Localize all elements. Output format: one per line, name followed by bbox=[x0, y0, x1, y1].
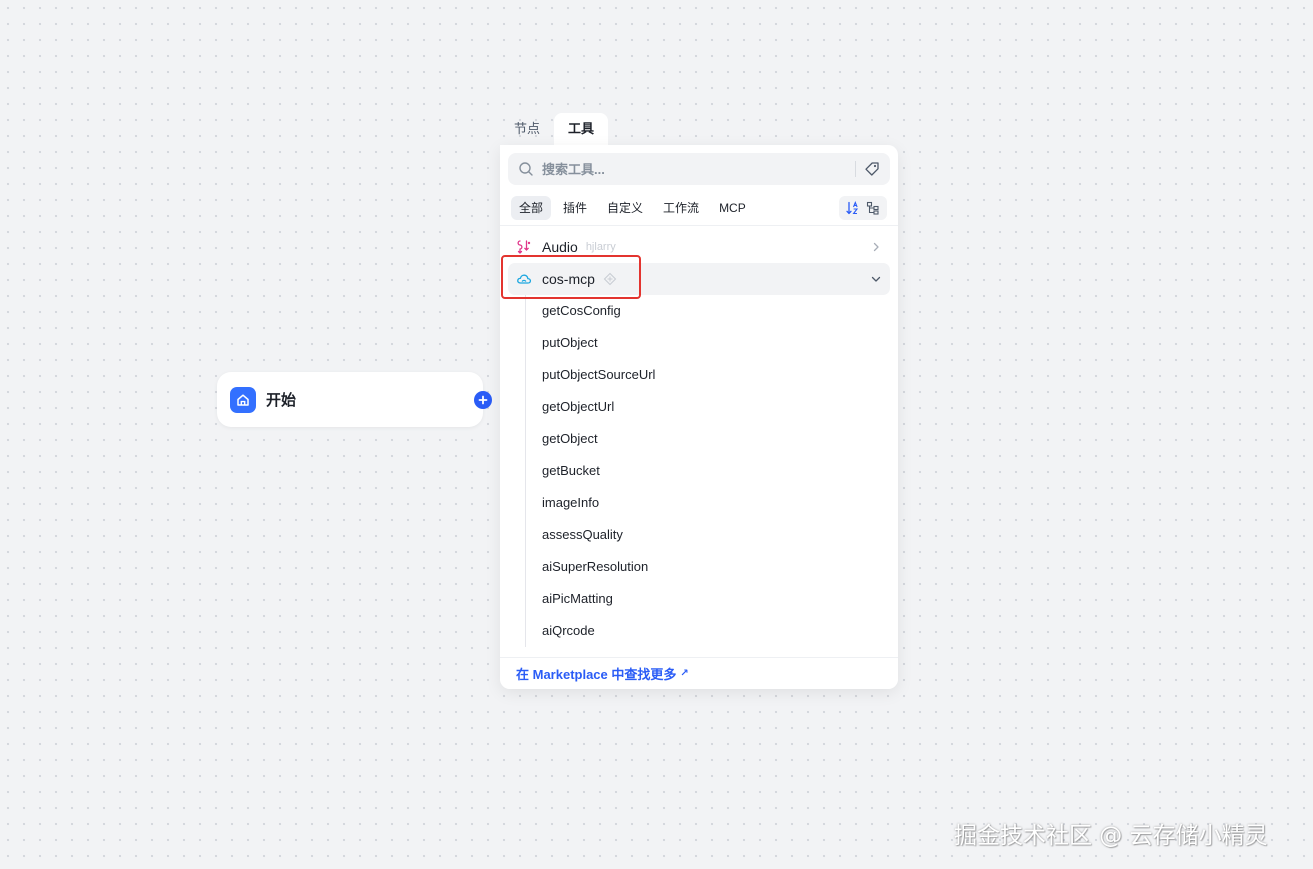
group-author: hjlarry bbox=[585, 241, 616, 253]
search-icon bbox=[518, 161, 534, 177]
filter-workflow[interactable]: 工作流 bbox=[655, 196, 707, 220]
tool-picker-panel: 全部 插件 自定义 工作流 MCP bbox=[500, 145, 898, 689]
tool-item[interactable]: aiQrcode bbox=[526, 615, 898, 647]
tool-item[interactable]: aiSuperResolution bbox=[526, 551, 898, 583]
sort-icon[interactable] bbox=[843, 198, 863, 218]
tree-view-icon[interactable] bbox=[863, 198, 883, 218]
tool-list: Audio hjlarry cos-mcp getCosConfig putOb… bbox=[500, 231, 898, 658]
tool-item[interactable]: getCosConfig bbox=[526, 295, 898, 327]
filter-all[interactable]: 全部 bbox=[511, 196, 552, 220]
start-node-label: 开始 bbox=[266, 392, 297, 409]
home-icon bbox=[230, 386, 256, 413]
panel-footer: 在 Marketplace 中查找更多 ↗ bbox=[500, 657, 898, 689]
filter-plugins[interactable]: 插件 bbox=[555, 196, 595, 220]
view-options bbox=[839, 196, 887, 220]
category-filters: 全部 插件 自定义 工作流 MCP bbox=[511, 196, 758, 220]
group-audio[interactable]: Audio hjlarry bbox=[508, 231, 890, 263]
mcp-badge-icon bbox=[603, 272, 617, 286]
tag-filter-icon[interactable] bbox=[864, 161, 880, 177]
tab-nodes[interactable]: 节点 bbox=[500, 113, 554, 145]
tool-item[interactable]: imageInfo bbox=[526, 487, 898, 519]
add-node-button[interactable] bbox=[474, 391, 492, 409]
tool-item[interactable]: getBucket bbox=[526, 455, 898, 487]
tool-item[interactable]: getObjectUrl bbox=[526, 391, 898, 423]
group-cos-mcp[interactable]: cos-mcp bbox=[508, 263, 890, 295]
marketplace-link[interactable]: 在 Marketplace 中查找更多 ↗ bbox=[516, 664, 689, 683]
external-link-icon: ↗ bbox=[680, 668, 689, 679]
cos-mcp-tools: getCosConfig putObject putObjectSourceUr… bbox=[525, 295, 898, 647]
tab-tools[interactable]: 工具 bbox=[554, 113, 609, 145]
audio-icon bbox=[516, 239, 532, 255]
tool-item[interactable]: assessQuality bbox=[526, 519, 898, 551]
start-node[interactable]: 开始 bbox=[217, 372, 483, 427]
chevron-right-icon bbox=[868, 239, 884, 255]
marketplace-link-label: 在 Marketplace 中查找更多 bbox=[516, 667, 677, 682]
group-name: cos-mcp bbox=[542, 271, 595, 287]
search-divider bbox=[855, 161, 856, 177]
cloud-icon bbox=[516, 271, 532, 287]
search-bar bbox=[508, 153, 890, 185]
filter-mcp[interactable]: MCP bbox=[711, 196, 754, 220]
tool-item[interactable]: putObjectSourceUrl bbox=[526, 359, 898, 391]
divider bbox=[500, 225, 898, 226]
group-name: Audio bbox=[542, 239, 578, 255]
tool-item[interactable]: getObject bbox=[526, 423, 898, 455]
panel-tabs: 节点 工具 bbox=[500, 113, 609, 145]
tool-item[interactable]: aiPicMatting bbox=[526, 583, 898, 615]
search-input[interactable] bbox=[540, 160, 855, 178]
chevron-down-icon bbox=[868, 271, 884, 287]
watermark: 掘金技术社区 @ 云存储小精灵 bbox=[954, 823, 1268, 849]
plus-icon bbox=[478, 395, 488, 405]
tool-item[interactable]: putObject bbox=[526, 327, 898, 359]
filter-custom[interactable]: 自定义 bbox=[599, 196, 651, 220]
